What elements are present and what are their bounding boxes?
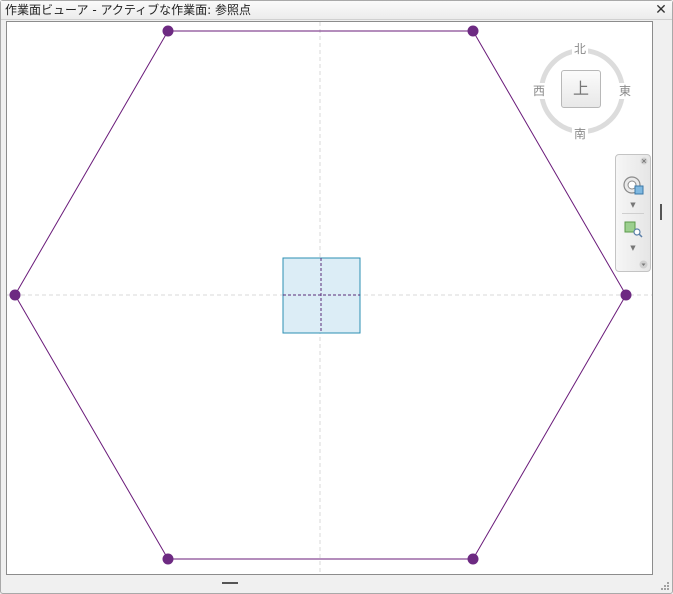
separator — [622, 213, 644, 214]
close-icon[interactable]: ✕ — [653, 2, 669, 18]
vertex-point[interactable] — [467, 25, 479, 37]
dropdown-arrow-icon[interactable]: ▼ — [628, 244, 638, 252]
workplane-viewer-window: 作業面ビューア - アクティブな作業面: 参照点 ✕ 上 北 南 西 東 ▼ ▼ — [0, 0, 673, 594]
vertex-point[interactable] — [620, 289, 632, 301]
window-title: 作業面ビューア - アクティブな作業面: 参照点 — [5, 3, 252, 17]
compass-north[interactable]: 北 — [572, 41, 588, 57]
bottom-resize-handle[interactable] — [222, 582, 238, 584]
compass-south[interactable]: 南 — [572, 126, 588, 142]
steering-wheel-icon[interactable] — [622, 175, 646, 197]
zoom-region-icon[interactable] — [624, 221, 644, 239]
nav-menu-icon[interactable] — [639, 260, 648, 269]
vertex-point[interactable] — [467, 553, 479, 565]
close-icon[interactable] — [640, 157, 648, 165]
resize-grip-icon[interactable] — [660, 581, 670, 591]
vertex-point[interactable] — [162, 553, 174, 565]
compass-west[interactable]: 西 — [531, 83, 547, 99]
side-resize-handle[interactable] — [660, 204, 662, 220]
viewcube[interactable]: 上 北 南 西 東 — [531, 41, 633, 142]
compass-east[interactable]: 東 — [617, 83, 633, 99]
dropdown-arrow-icon[interactable]: ▼ — [628, 201, 638, 209]
viewcube-top-face[interactable]: 上 — [561, 70, 601, 108]
vertex-point[interactable] — [9, 289, 21, 301]
vertex-point[interactable] — [162, 25, 174, 37]
navigation-bar: ▼ ▼ — [615, 154, 651, 272]
title-bar[interactable]: 作業面ビューア - アクティブな作業面: 参照点 ✕ — [1, 1, 672, 20]
